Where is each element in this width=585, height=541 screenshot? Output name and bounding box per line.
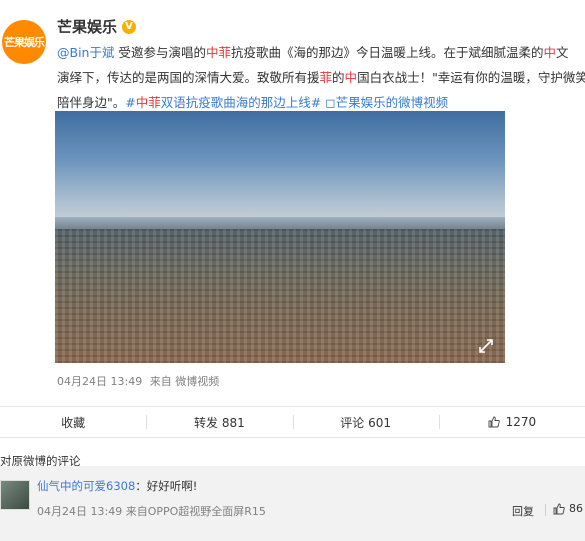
video-link[interactable]: ◻芒果娱乐的微博视频 [321, 95, 448, 110]
comment-body: ：好好听啊! [135, 479, 198, 493]
post-author: 芒果娱乐 V [57, 16, 137, 37]
post-line-1: @Bin于斌 受邀参与演唱的中菲抗疫歌曲《海的那边》今日温暖上线。在于斌细腻温柔… [57, 40, 585, 65]
post-line-2: 演绎下，传达的是两国的深情大爱。致敬所有援菲的中国白衣战士！"幸运有你的温暖，守… [57, 65, 585, 90]
thumbs-up-icon [488, 416, 500, 428]
mention-link[interactable]: @Bin于斌 [57, 45, 114, 60]
verified-icon: V [122, 19, 137, 34]
comment-meta: 04月24日 13:49 来自OPPO超视野全面屏R15 [37, 503, 266, 519]
comment-time: 04月24日 13:49 [37, 505, 123, 518]
like-button[interactable]: 1270 [438, 407, 585, 437]
video-sky [55, 111, 505, 221]
comment-label: 评论 601 [340, 415, 391, 430]
text-segment: 受邀参与演唱的 [114, 45, 206, 60]
favorite-button[interactable]: 收藏 [0, 407, 146, 437]
text-segment: 陪伴身边"。 [57, 95, 126, 110]
text-segment: 演绎下，传达的是两国的深情大爱。致敬所有援 [57, 70, 320, 85]
keyword-highlight: 中菲 [205, 45, 231, 60]
post-timestamp[interactable]: 04月24日 13:49 [57, 375, 142, 388]
comment-reply-button[interactable]: 回复 [512, 503, 534, 519]
comment-button[interactable]: 评论 601 [292, 407, 439, 437]
hashtag-part: 中菲 [135, 95, 161, 110]
like-count: 1270 [505, 415, 537, 429]
hashtag-part: # [125, 95, 136, 110]
post-text: @Bin于斌 受邀参与演唱的中菲抗疫歌曲《海的那边》今日温暖上线。在于斌细腻温柔… [57, 40, 585, 115]
thumbs-up-icon [553, 503, 565, 514]
comment-like-count: 86 [569, 502, 583, 515]
keyword-highlight: 中 [344, 70, 358, 85]
comment-text: 仙气中的可爱6308：好好听啊! [37, 478, 197, 494]
author-name[interactable]: 芒果娱乐 [57, 16, 117, 37]
action-bar: 收藏 转发 881 评论 601 1270 [0, 406, 585, 438]
post-meta: 04月24日 13:49 来自 微博视频 [57, 373, 223, 389]
comment-divider [545, 504, 546, 516]
keyword-highlight: 菲 [319, 70, 333, 85]
post-source[interactable]: 来自 微博视频 [150, 375, 220, 388]
text-segment: 国白衣战士！"幸运有你的温暖，守护微笑 [357, 70, 585, 85]
favorite-label: 收藏 [61, 415, 86, 430]
comment-list: 仙气中的可爱6308：好好听啊! 04月24日 13:49 来自OPPO超视野全… [0, 466, 585, 541]
text-segment: 的 [332, 70, 345, 85]
video-cityscape [55, 229, 505, 363]
keyword-highlight: 中 [543, 45, 557, 60]
text-segment: 抗疫歌曲《海的那边》今日温暖上线。在于斌细腻温柔的 [230, 45, 544, 60]
commenter-avatar[interactable] [0, 480, 30, 510]
repost-label: 转发 881 [194, 415, 245, 430]
avatar[interactable]: 芒果娱乐 [2, 20, 46, 64]
text-segment: 文 [556, 45, 569, 60]
hashtag-part: 双语抗疫歌曲海的那边上线# [160, 95, 322, 110]
comment-source: 来自OPPO超视野全面屏R15 [125, 505, 266, 518]
commenter-name[interactable]: 仙气中的可爱6308 [37, 479, 135, 493]
comment-like-button[interactable]: 86 [553, 502, 583, 515]
video-player[interactable] [55, 111, 505, 363]
fullscreen-icon[interactable] [479, 339, 493, 353]
repost-button[interactable]: 转发 881 [146, 407, 292, 437]
hashtag-link[interactable]: #中菲双语抗疫歌曲海的那边上线# [125, 95, 321, 110]
avatar-text: 芒果娱乐 [4, 36, 45, 49]
